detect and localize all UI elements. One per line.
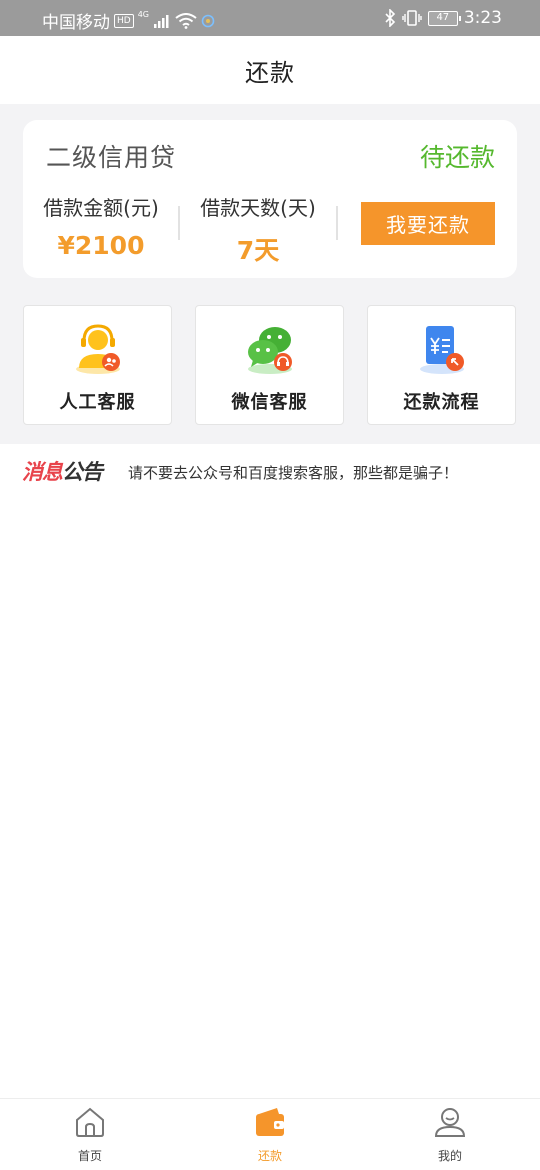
page-header: 还款 <box>0 36 540 104</box>
loan-days-stat: 借款天数(天) 7天 <box>197 192 319 267</box>
notice-bar[interactable]: 消息公告 请不要去公众号和百度搜索客服，那些都是骗子！ <box>0 444 540 496</box>
loan-card: 二级信用贷 待还款 借款金额(元) ¥2100 借款天数(天) 7天 我要还款 <box>23 120 517 278</box>
carrier-name: 中国移动 <box>42 13 110 33</box>
tile-customer-service[interactable]: 人工客服 <box>23 305 172 425</box>
tile-label: 微信客服 <box>231 392 308 413</box>
notice-badge: 消息公告 <box>22 456 103 486</box>
repayment-process-icon <box>419 326 464 374</box>
nav-item-repay[interactable]: 还款 <box>230 1105 310 1164</box>
customer-service-icon <box>75 324 120 374</box>
loan-amount-stat: 借款金额(元) ¥2100 <box>40 192 162 260</box>
loan-days-label: 借款天数(天) <box>200 196 316 220</box>
notice-badge-part2: 公告 <box>62 460 103 484</box>
vibrate-icon <box>402 10 422 26</box>
tile-label: 人工客服 <box>59 392 136 413</box>
loan-product-name: 二级信用贷 <box>46 143 177 172</box>
stat-divider <box>336 206 338 240</box>
nav-item-home[interactable]: 首页 <box>50 1105 130 1164</box>
nav-item-mine[interactable]: 我的 <box>410 1105 490 1164</box>
notice-text: 请不要去公众号和百度搜索客服，那些都是骗子！ <box>128 464 459 482</box>
loan-amount-value: ¥2100 <box>57 231 145 260</box>
page-title: 还款 <box>245 58 295 87</box>
tile-repayment-process[interactable]: 还款流程 <box>367 305 516 425</box>
wechat-icon <box>247 327 292 374</box>
user-icon <box>434 1108 466 1137</box>
signal-icon <box>154 14 169 28</box>
tile-wechat-service[interactable]: 微信客服 <box>195 305 344 425</box>
clock: 3:23 <box>463 8 502 28</box>
loan-status-badge: 待还款 <box>419 143 495 172</box>
bottom-nav: 首页 还款 我的 <box>0 1098 540 1170</box>
tile-label: 还款流程 <box>403 392 480 413</box>
battery-icon: 47 <box>427 10 461 26</box>
battery-level: 47 <box>436 11 450 23</box>
wifi-icon <box>175 12 197 29</box>
bluetooth-icon <box>385 9 395 27</box>
repay-button[interactable]: 我要还款 <box>361 202 495 245</box>
nav-label: 首页 <box>77 1149 102 1163</box>
nav-label: 我的 <box>437 1149 462 1163</box>
status-bar: 中国移动 HD 4G 47 3:23 <box>0 0 540 36</box>
accessibility-icon <box>201 14 215 27</box>
wallet-icon <box>256 1108 284 1136</box>
stat-divider <box>178 206 180 240</box>
status-left: 中国移动 HD 4G <box>42 8 215 33</box>
loan-amount-label: 借款金额(元) <box>43 196 159 220</box>
network-type: 4G <box>137 10 149 19</box>
nav-label: 还款 <box>257 1149 282 1163</box>
loan-days-value: 7天 <box>236 236 280 265</box>
hd-badge: HD <box>114 13 134 28</box>
home-icon <box>76 1107 104 1137</box>
status-right: 47 3:23 <box>384 8 502 28</box>
notice-badge-part1: 消息 <box>22 460 63 484</box>
